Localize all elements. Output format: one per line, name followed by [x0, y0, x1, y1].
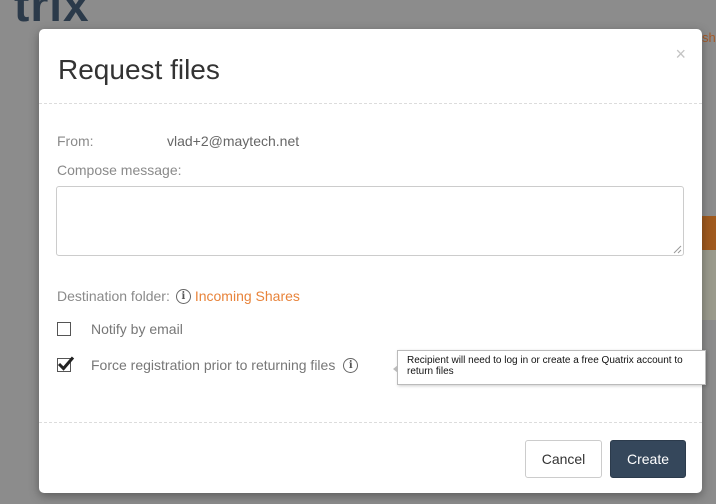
tooltip-arrow [393, 365, 398, 373]
cancel-button[interactable]: Cancel [525, 440, 602, 478]
force-registration-checkbox[interactable] [57, 356, 75, 372]
background-orange-block [702, 216, 716, 250]
dialog-title: Request files [58, 54, 220, 85]
notify-by-email-row: Notify by email [57, 321, 183, 337]
dialog-footer: Cancel Create [39, 423, 702, 493]
from-label: From: [57, 133, 94, 149]
background-strip [702, 250, 716, 320]
compose-message-label: Compose message: [57, 162, 182, 178]
dialog-header: Request files × [39, 29, 702, 104]
close-icon[interactable]: × [675, 45, 686, 63]
notify-by-email-label[interactable]: Notify by email [91, 321, 183, 337]
destination-folder-link[interactable]: Incoming Shares [195, 288, 300, 304]
notify-by-email-checkbox[interactable] [57, 322, 71, 336]
create-button[interactable]: Create [610, 440, 686, 478]
request-files-dialog: Request files × From: vlad+2@maytech.net… [39, 29, 706, 493]
destination-folder-row: Destination folder: i Incoming Shares [57, 288, 300, 304]
compose-message-textarea[interactable] [56, 186, 684, 256]
dialog-body: From: vlad+2@maytech.net Compose message… [39, 104, 706, 423]
destination-folder-label: Destination folder: [57, 288, 170, 304]
checkmark-icon [57, 356, 75, 371]
tooltip-text: Recipient will need to log in or create … [407, 355, 683, 377]
force-registration-tooltip: Recipient will need to log in or create … [393, 350, 706, 385]
force-registration-row: Force registration prior to returning fi… [57, 356, 362, 373]
force-registration-label[interactable]: Force registration prior to returning fi… [91, 357, 335, 373]
from-email: vlad+2@maytech.net [167, 133, 300, 149]
app-logo: trix [14, 0, 90, 31]
resize-handle-icon[interactable] [673, 245, 682, 254]
background-link: sh [702, 30, 716, 45]
info-icon[interactable]: i [175, 288, 191, 304]
info-icon[interactable]: i [343, 357, 359, 373]
